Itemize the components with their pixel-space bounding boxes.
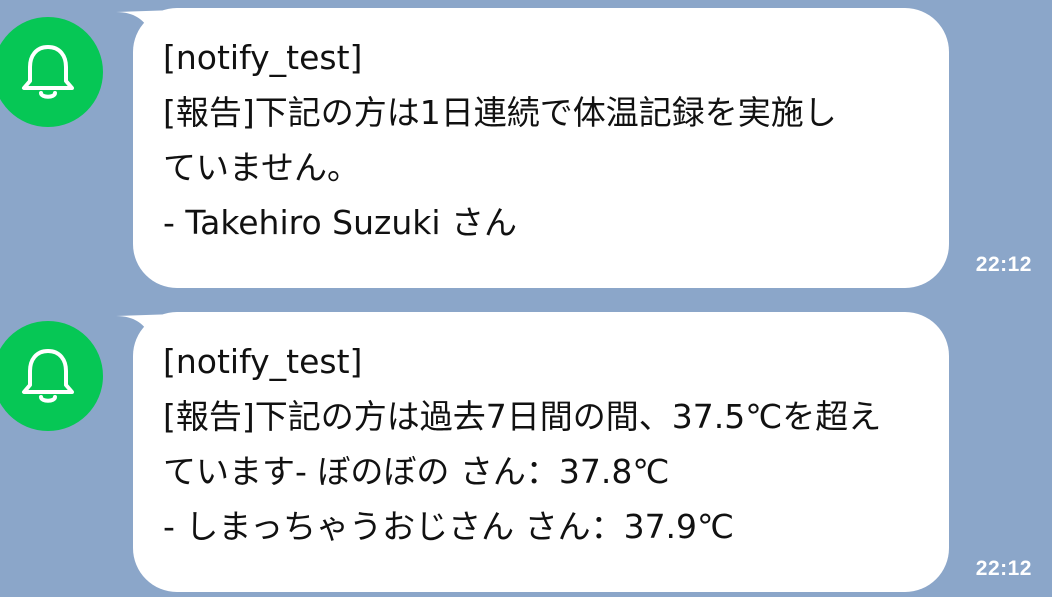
message-line: ていません。 bbox=[163, 148, 361, 187]
message-row: [notify_test] [報告]下記の方は過去7日間の間、37.5℃を超え … bbox=[0, 304, 1052, 594]
chat-history[interactable]: [notify_test] [報告]下記の方は1日連続で体温記録を実施し ていま… bbox=[0, 0, 1052, 597]
message-line: - Takehiro Suzuki さん bbox=[163, 203, 518, 242]
bell-icon bbox=[22, 349, 74, 403]
message-timestamp: 22:12 bbox=[975, 253, 1032, 276]
message-line: [報告]下記の方は過去7日間の間、37.5℃を超え bbox=[163, 397, 882, 436]
message-line: [notify_test] bbox=[163, 38, 363, 77]
sender-avatar[interactable] bbox=[0, 17, 103, 127]
message-line: [報告]下記の方は1日連続で体温記録を実施し bbox=[163, 93, 837, 132]
message-timestamp: 22:12 bbox=[975, 557, 1032, 580]
message-line: ています- ぼのぼの さん：37.8℃ bbox=[163, 452, 670, 491]
message-row: [notify_test] [報告]下記の方は1日連続で体温記録を実施し ていま… bbox=[0, 0, 1052, 290]
message-bubble[interactable]: [notify_test] [報告]下記の方は過去7日間の間、37.5℃を超え … bbox=[133, 312, 949, 592]
message-bubble[interactable]: [notify_test] [報告]下記の方は1日連続で体温記録を実施し ていま… bbox=[133, 8, 949, 288]
bell-icon bbox=[22, 45, 74, 99]
message-line: [notify_test] bbox=[163, 342, 363, 381]
message-line: - しまっちゃうおじさん さん：37.9℃ bbox=[163, 507, 735, 546]
sender-avatar[interactable] bbox=[0, 321, 103, 431]
